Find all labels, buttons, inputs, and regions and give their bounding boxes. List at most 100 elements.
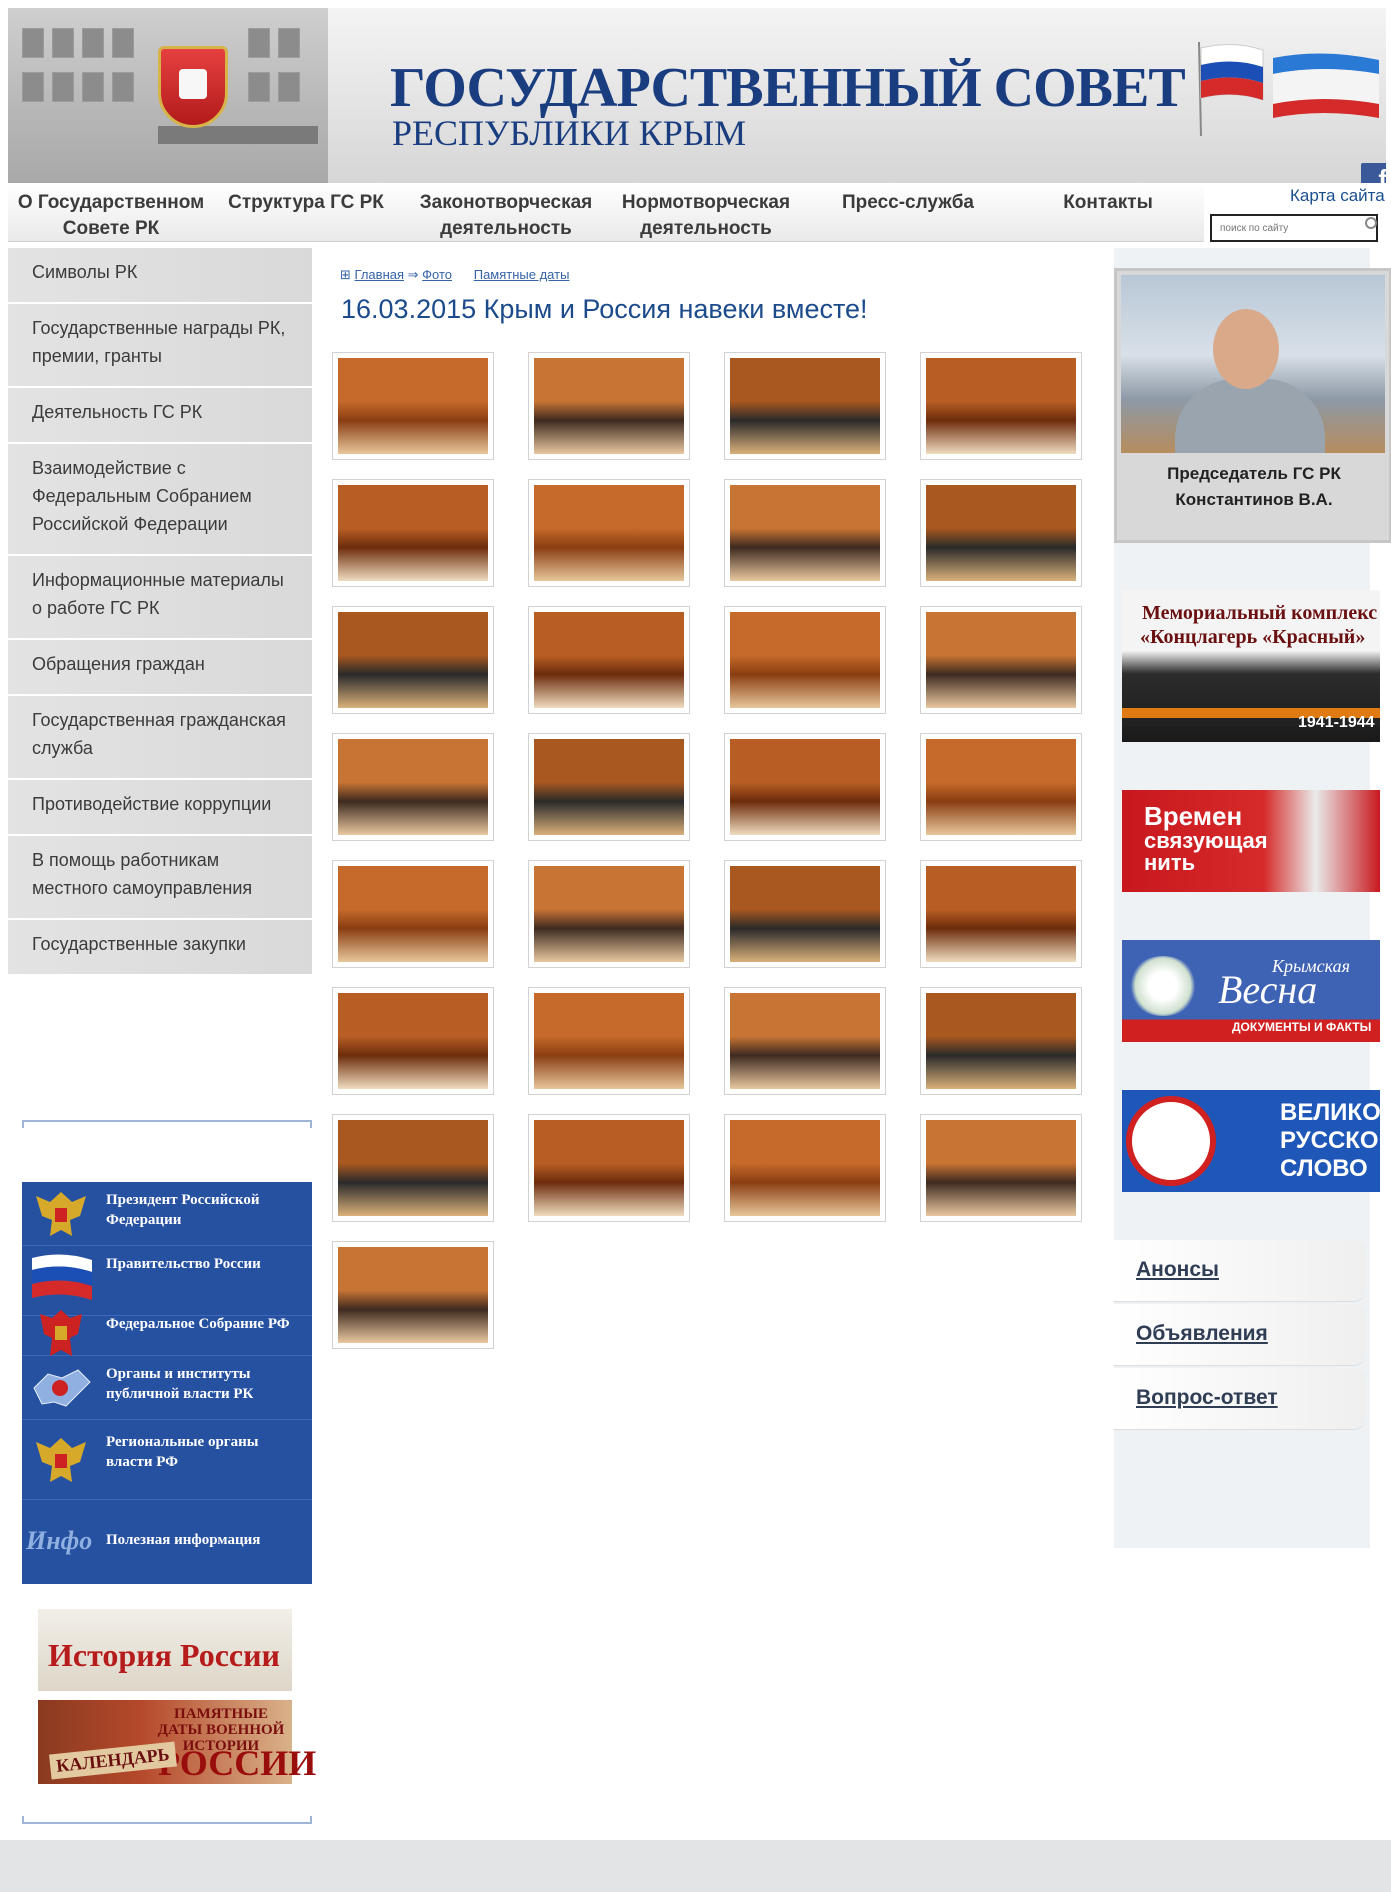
nav-item-press[interactable]: Пресс-служба [828, 190, 988, 216]
gov-link-federal-assembly[interactable]: Федеральное Собрание РФ [22, 1286, 312, 1356]
gov-link-regional-authorities[interactable]: Региональные органы власти РФ [22, 1420, 312, 1500]
photo-image [534, 1120, 684, 1216]
link-questions-answers[interactable]: Вопрос-ответ [1114, 1368, 1366, 1430]
sidebar-item-activity[interactable]: Деятельность ГС РК [8, 388, 312, 444]
breadcrumb-memorable-dates[interactable]: Памятные даты [474, 267, 570, 282]
history-of-russia-banner[interactable]: История России [38, 1609, 292, 1691]
photo-thumbnail[interactable] [920, 733, 1082, 841]
gov-link-crimea-authorities[interactable]: Органы и институты публичной власти РК [22, 1356, 312, 1420]
sidebar-item-local-government[interactable]: В помощь работникам местного самоуправле… [8, 836, 312, 920]
footer-bar [0, 1840, 1391, 1892]
sidebar-item-label: Государственные награды РК, премии, гран… [32, 318, 286, 366]
photo-thumbnail[interactable] [528, 479, 690, 587]
nav-item-lawmaking[interactable]: Законотворческая деятельность [416, 190, 596, 242]
link-notices[interactable]: Объявления [1114, 1304, 1366, 1366]
nav-item-about[interactable]: О Государственном Совете РК [16, 190, 206, 242]
photo-thumbnail[interactable] [528, 352, 690, 460]
crimean-spring-banner[interactable]: Крымская Весна ДОКУМЕНТЫ И ФАКТЫ [1122, 940, 1380, 1042]
photo-thumbnail[interactable] [724, 733, 886, 841]
site-title: ГОСУДАРСТВЕННЫЙ СОВЕТ [390, 57, 1186, 119]
photo-thumbnail[interactable] [332, 860, 494, 968]
military-dates-calendar-banner[interactable]: ПАМЯТНЫЕ ДАТЫ ВОЕННОЙ ИСТОРИИ РОССИИ КАЛ… [38, 1700, 316, 1784]
photo-thumbnail[interactable] [332, 606, 494, 714]
photo-thumbnail[interactable] [528, 1114, 690, 1222]
sidebar-item-info-materials[interactable]: Информационные материалы о работе ГС РК [8, 556, 312, 640]
sidebar-item-label: Символы РК [32, 262, 138, 282]
photo-image [730, 612, 880, 708]
nav-item-rulemaking[interactable]: Нормотворческая деятельность [616, 190, 796, 242]
sidebar-item-federal-assembly[interactable]: Взаимодействие с Федеральным Собранием Р… [8, 444, 312, 556]
nav-item-structure[interactable]: Структура ГС РК [226, 190, 386, 216]
photo-thumbnail[interactable] [528, 860, 690, 968]
photo-image [926, 612, 1076, 708]
photo-image [534, 866, 684, 962]
photo-thumbnail[interactable] [332, 479, 494, 587]
photo-image [534, 739, 684, 835]
search-icon[interactable] [1365, 217, 1377, 229]
site-header: ГОСУДАРСТВЕННЫЙ СОВЕТ РЕСПУБЛИКИ КРЫМ f [8, 8, 1386, 183]
photo-image [730, 993, 880, 1089]
photo-thumbnail[interactable] [528, 733, 690, 841]
photo-thumbnail[interactable] [920, 352, 1082, 460]
photo-thumbnail[interactable] [332, 987, 494, 1095]
sidebar-item-label: Государственные закупки [32, 934, 246, 954]
photo-thumbnail[interactable] [920, 606, 1082, 714]
photo-image [338, 1247, 488, 1343]
photo-thumbnail[interactable] [920, 860, 1082, 968]
breadcrumb-home[interactable]: Главная [355, 267, 404, 282]
facebook-icon[interactable]: f [1361, 163, 1386, 183]
photo-image [730, 739, 880, 835]
photo-image [926, 1120, 1076, 1216]
info-icon: Инфо [26, 1526, 93, 1555]
sidebar-item-civil-service[interactable]: Государственная гражданская служба [8, 696, 312, 780]
times-connection-banner[interactable]: Времен связующая нить [1122, 790, 1380, 892]
photo-image [926, 485, 1076, 581]
photo-image [534, 358, 684, 454]
sidebar-item-label: Обращения граждан [32, 654, 205, 674]
photo-thumbnail[interactable] [528, 987, 690, 1095]
sidebar-item-procurement[interactable]: Государственные закупки [8, 920, 312, 976]
right-links: Анонсы Объявления Вопрос-ответ [1114, 1240, 1370, 1432]
search-input[interactable] [1210, 214, 1378, 242]
arrow-icon: ⇒ [407, 267, 419, 282]
photo-thumbnail[interactable] [920, 1114, 1082, 1222]
site-subtitle: РЕСПУБЛИКИ КРЫМ [392, 113, 747, 153]
sitemap-link[interactable]: Карта сайта [1290, 186, 1385, 206]
photo-thumbnail[interactable] [920, 479, 1082, 587]
photo-thumbnail[interactable] [724, 479, 886, 587]
gov-link-president[interactable]: Президент Российской Федерации [22, 1182, 312, 1246]
photo-image [926, 739, 1076, 835]
photo-thumbnail[interactable] [724, 1114, 886, 1222]
photo-image [338, 612, 488, 708]
sidebar-divider [22, 1120, 312, 1128]
photo-thumbnail[interactable] [528, 606, 690, 714]
photo-thumbnail[interactable] [724, 987, 886, 1095]
great-russian-word-banner[interactable]: ВЕЛИКОЕ РУССКОЕ СЛОВО [1122, 1090, 1380, 1192]
link-announcements[interactable]: Анонсы [1114, 1240, 1366, 1302]
breadcrumb-photo[interactable]: Фото [422, 267, 452, 282]
photo-image [338, 358, 488, 454]
sidebar-item-label: В помощь работникам местного самоуправле… [32, 850, 253, 898]
sidebar-item-symbols[interactable]: Символы РК [8, 248, 312, 304]
gov-link-useful-info[interactable]: Инфо Полезная информация [22, 1500, 312, 1584]
home-icon: ⊞ [340, 267, 351, 282]
sidebar-item-awards[interactable]: Государственные награды РК, премии, гран… [8, 304, 312, 388]
photo-thumbnail[interactable] [332, 1114, 494, 1222]
memorial-complex-banner[interactable]: Мемориальный комплекс «Концлагерь «Красн… [1122, 590, 1380, 742]
photo-thumbnail[interactable] [332, 352, 494, 460]
photo-image [338, 866, 488, 962]
sidebar-item-appeals[interactable]: Обращения граждан [8, 640, 312, 696]
photo-thumbnail[interactable] [332, 1241, 494, 1349]
photo-thumbnail[interactable] [920, 987, 1082, 1095]
breadcrumb: ⊞ Главная ⇒ Фото Памятные даты [340, 267, 569, 283]
photo-thumbnail[interactable] [724, 352, 886, 460]
sidebar-item-anticorruption[interactable]: Противодействие коррупции [8, 780, 312, 836]
sidebar-item-label: Государственная гражданская служба [32, 710, 286, 758]
government-links-panel: Президент Российской Федерации Правитель… [22, 1182, 312, 1584]
photo-thumbnail[interactable] [724, 606, 886, 714]
nav-item-contacts[interactable]: Контакты [1048, 190, 1168, 216]
photo-thumbnail[interactable] [332, 733, 494, 841]
photo-thumbnail[interactable] [724, 860, 886, 968]
chairman-box[interactable]: Председатель ГС РК Константинов В.А. [1114, 268, 1391, 543]
chairman-photo [1121, 275, 1385, 453]
